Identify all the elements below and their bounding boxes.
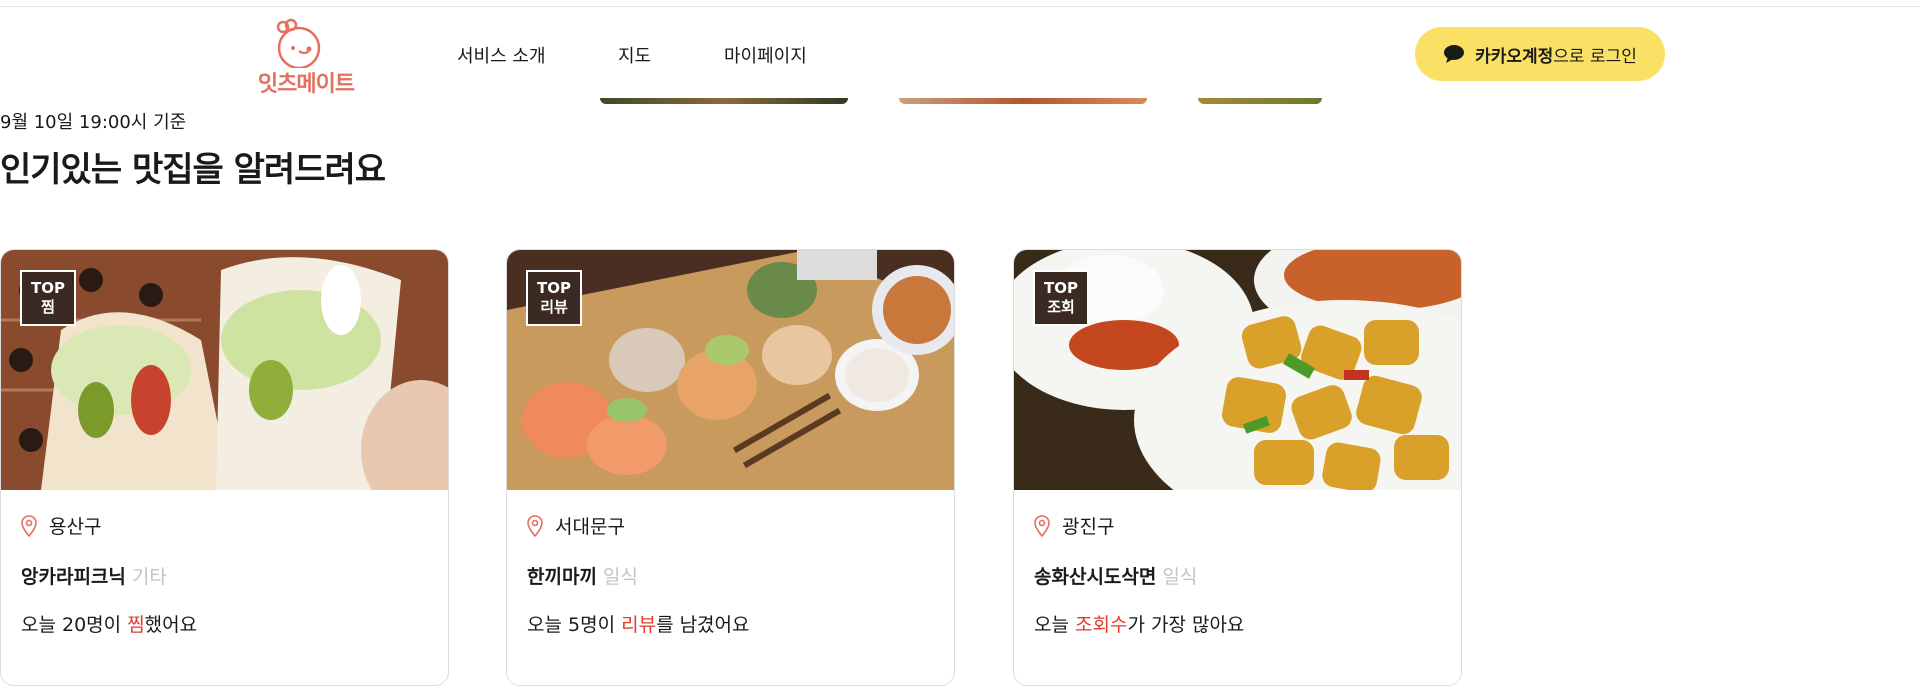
- restaurant-name: 앙카라피크닉 기타: [21, 566, 167, 588]
- page-title: 인기있는 맛집을 알려드려요: [0, 150, 386, 190]
- photo-strip-peek: [1198, 98, 1322, 104]
- restaurant-card[interactable]: TOP 찜 용산구 앙카라피크닉 기타 오늘 20명이 찜했어요: [0, 249, 449, 686]
- nav-service-intro[interactable]: 서비스 소개: [457, 42, 546, 68]
- card-location: 광진구: [1034, 512, 1114, 539]
- restaurant-card[interactable]: TOP 조회 광진구 송화산시도삭면 일식 오늘 조회수가 가장 많아요: [1013, 249, 1462, 686]
- location-pin-icon: [1034, 514, 1050, 537]
- kakao-login-label: 카카오계정으로 로그인: [1475, 46, 1637, 67]
- kakao-chat-icon: [1444, 45, 1465, 63]
- location-pin-icon: [527, 514, 543, 537]
- popularity-message: 오늘 조회수가 가장 많아요: [1034, 614, 1245, 636]
- photo-strip-peek: [600, 98, 848, 104]
- restaurant-card[interactable]: TOP 리뷰 서대문구 한끼마끼 일식 오늘 5명이 리뷰를 남겼어요: [506, 249, 955, 686]
- top-badge: TOP 찜: [20, 270, 76, 326]
- top-badge: TOP 리뷰: [526, 270, 582, 326]
- chef-logo-icon: [276, 18, 321, 68]
- photo-strip-peek: [899, 98, 1147, 104]
- card-location: 서대문구: [527, 512, 625, 539]
- nav-mypage[interactable]: 마이페이지: [724, 42, 807, 68]
- category-label: 일식: [1162, 566, 1198, 588]
- logo-text: 잇츠메이트: [257, 72, 355, 97]
- restaurant-name: 송화산시도삭면 일식: [1034, 566, 1198, 588]
- logo[interactable]: 잇츠메이트: [251, 18, 361, 97]
- popularity-message: 오늘 20명이 찜했어요: [21, 614, 198, 636]
- district-label: 광진구: [1062, 516, 1115, 538]
- location-pin-icon: [21, 514, 37, 537]
- nav-map[interactable]: 지도: [618, 42, 651, 68]
- district-label: 서대문구: [555, 516, 625, 538]
- restaurant-name: 한끼마끼 일식: [527, 566, 638, 588]
- category-label: 일식: [602, 566, 638, 588]
- category-label: 기타: [131, 566, 167, 588]
- site-header: 잇츠메이트 서비스 소개 지도 마이페이지 카카오계정으로 로그인: [0, 0, 1920, 104]
- district-label: 용산구: [49, 516, 102, 538]
- kakao-login-button[interactable]: 카카오계정으로 로그인: [1415, 27, 1665, 81]
- ranking-base-time: 9월 10일 19:00시 기준: [0, 112, 187, 133]
- top-badge: TOP 조회: [1033, 270, 1089, 326]
- card-location: 용산구: [21, 512, 101, 539]
- popularity-message: 오늘 5명이 리뷰를 남겼어요: [527, 614, 750, 636]
